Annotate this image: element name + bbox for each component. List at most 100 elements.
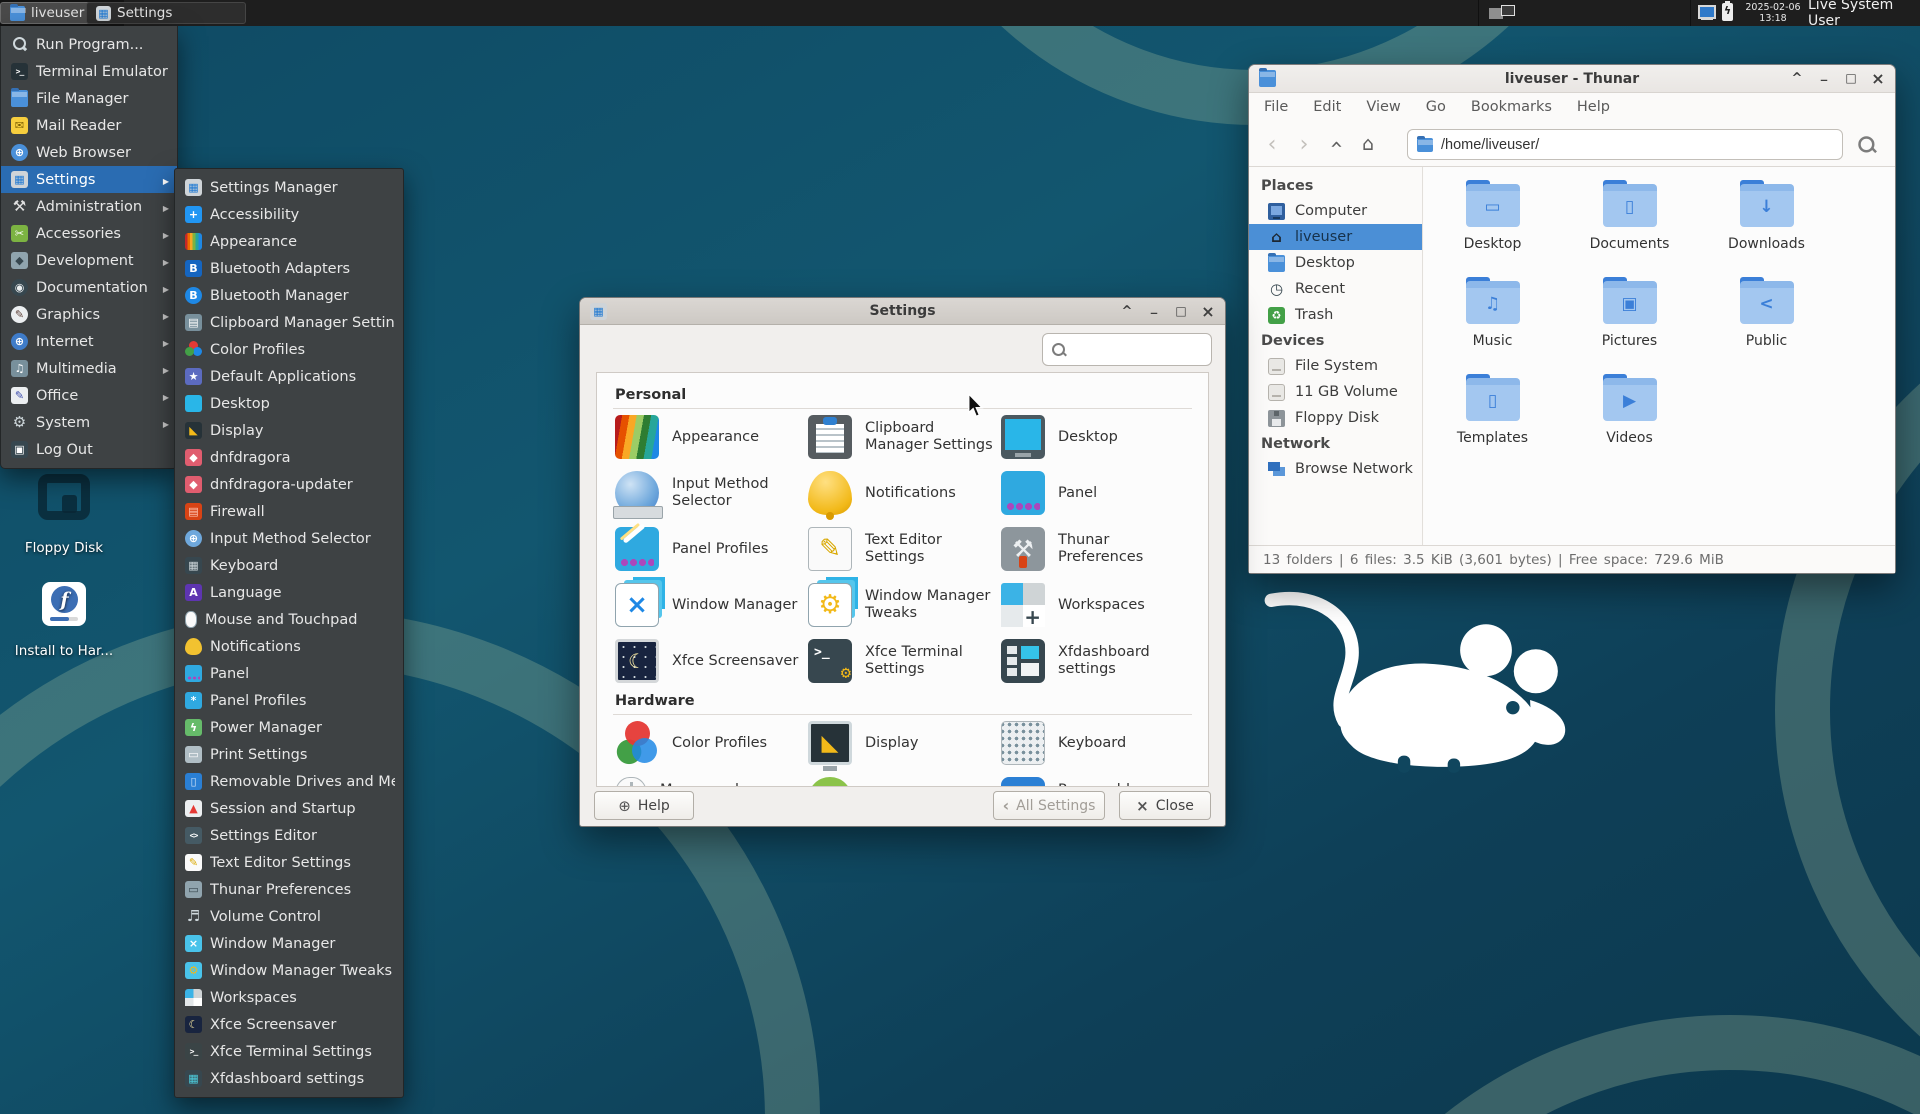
- submenu-item[interactable]: ▭ Thunar Preferences: [175, 876, 403, 903]
- sidebar-item[interactable]: Computer: [1249, 198, 1422, 224]
- submenu-item[interactable]: Panel: [175, 660, 403, 687]
- submenu-item[interactable]: ◆ dnfdragora: [175, 444, 403, 471]
- menu-item[interactable]: Run Program...: [1, 31, 177, 58]
- menu-item[interactable]: ♫ Multimedia: [1, 355, 177, 382]
- submenu-item[interactable]: B Bluetooth Adapters: [175, 255, 403, 282]
- folder-item[interactable]: ▶ Videos: [1561, 366, 1698, 463]
- submenu-item[interactable]: A Language: [175, 579, 403, 606]
- path-input[interactable]: [1441, 137, 1833, 153]
- submenu-item[interactable]: ▤ Firewall: [175, 498, 403, 525]
- folder-item[interactable]: ▯ Templates: [1424, 366, 1561, 463]
- menu-item[interactable]: ✎ Graphics: [1, 301, 177, 328]
- submenu-item[interactable]: Workspaces: [175, 984, 403, 1011]
- minimize-icon[interactable]: [1817, 72, 1831, 85]
- menubar-item[interactable]: View: [1366, 99, 1400, 115]
- menu-item[interactable]: ✉ Mail Reader: [1, 112, 177, 139]
- settings-search-box[interactable]: [1042, 333, 1212, 366]
- network-tray-icon[interactable]: [1698, 4, 1717, 20]
- menubar-item[interactable]: Help: [1577, 99, 1610, 115]
- settings-tile[interactable]: >_ Xfce Terminal Settings: [806, 633, 999, 689]
- taskbar-window-button[interactable]: ▦ Settings: [86, 2, 246, 24]
- folder-item[interactable]: ↓ Downloads: [1698, 172, 1835, 269]
- settings-tile[interactable]: Notifications: [806, 465, 999, 521]
- settings-tile[interactable]: Input Method Selector: [613, 465, 806, 521]
- submenu-item[interactable]: >_ Xfce Terminal Settings: [175, 1038, 403, 1065]
- submenu-item[interactable]: ◆ dnfdragora-updater: [175, 471, 403, 498]
- desktop-icon-floppy[interactable]: Floppy Disk: [9, 474, 119, 556]
- settings-tile[interactable]: ☾ Xfce Screensaver: [613, 633, 806, 689]
- forward-button[interactable]: ›: [1289, 129, 1319, 159]
- settings-tile[interactable]: Panel Profiles: [613, 521, 806, 577]
- sidebar-item[interactable]: File System: [1249, 353, 1422, 379]
- submenu-item[interactable]: ϟ Power Manager: [175, 714, 403, 741]
- settings-tile[interactable]: ⚒ Thunar Preferences: [999, 521, 1192, 577]
- menu-item[interactable]: ✂ Accessories: [1, 220, 177, 247]
- submenu-item[interactable]: B Bluetooth Manager: [175, 282, 403, 309]
- workspace-pager[interactable]: [1488, 5, 1520, 21]
- menu-item[interactable]: ⊕ Internet: [1, 328, 177, 355]
- path-bar[interactable]: [1407, 129, 1843, 160]
- battery-tray-icon[interactable]: [1722, 3, 1733, 21]
- search-input[interactable]: [1073, 342, 1193, 357]
- submenu-item[interactable]: Appearance: [175, 228, 403, 255]
- menu-item[interactable]: ✎ Office: [1, 382, 177, 409]
- menubar-item[interactable]: Bookmarks: [1471, 99, 1552, 115]
- back-button[interactable]: ‹: [1257, 129, 1287, 159]
- submenu-item[interactable]: ▲ Session and Startup: [175, 795, 403, 822]
- settings-tile[interactable]: ψ Removable Drives and Media: [999, 771, 1192, 787]
- sidebar-item[interactable]: ⌂ liveuser: [1249, 224, 1422, 250]
- settings-tile[interactable]: Desktop: [999, 409, 1192, 465]
- settings-tile[interactable]: Workspaces: [999, 577, 1192, 633]
- settings-tile[interactable]: Appearance: [613, 409, 806, 465]
- maximize-icon[interactable]: [1174, 305, 1188, 318]
- menu-item[interactable]: ⚒ Administration: [1, 193, 177, 220]
- settings-tile[interactable]: Keyboard: [999, 715, 1192, 771]
- menu-item[interactable]: ▣ Log Out: [1, 436, 177, 463]
- thunar-titlebar[interactable]: liveuser - Thunar: [1249, 65, 1895, 93]
- submenu-item[interactable]: ▤ Clipboard Manager Settings: [175, 309, 403, 336]
- submenu-item[interactable]: ▯ Removable Drives and Media: [175, 768, 403, 795]
- sidebar-item[interactable]: Browse Network: [1249, 456, 1422, 482]
- submenu-item[interactable]: + Accessibility: [175, 201, 403, 228]
- sidebar-item[interactable]: ◷ Recent: [1249, 276, 1422, 302]
- submenu-item[interactable]: ★ Default Applications: [175, 363, 403, 390]
- submenu-item[interactable]: ⊕ Input Method Selector: [175, 525, 403, 552]
- menu-item[interactable]: ◆ Development: [1, 247, 177, 274]
- submenu-item[interactable]: ✎ Text Editor Settings: [175, 849, 403, 876]
- sidebar-item[interactable]: Desktop: [1249, 250, 1422, 276]
- menu-item[interactable]: ▦ Settings: [1, 166, 177, 193]
- menubar-item[interactable]: Go: [1426, 99, 1446, 115]
- submenu-item[interactable]: ☾ Xfce Screensaver: [175, 1011, 403, 1038]
- up-button[interactable]: ›: [1321, 129, 1351, 159]
- menu-item[interactable]: ◉ Documentation: [1, 274, 177, 301]
- submenu-item[interactable]: × Window Manager: [175, 930, 403, 957]
- settings-tile[interactable]: ⚙ Window Manager Tweaks: [806, 577, 999, 633]
- settings-tile[interactable]: ◣ Display: [806, 715, 999, 771]
- submenu-item[interactable]: ♬ Volume Control: [175, 903, 403, 930]
- maximize-icon[interactable]: [1844, 72, 1858, 85]
- submenu-item[interactable]: * Panel Profiles: [175, 687, 403, 714]
- minimize-icon[interactable]: [1147, 305, 1161, 318]
- close-icon[interactable]: [1201, 304, 1215, 320]
- settings-tile[interactable]: × Window Manager: [613, 577, 806, 633]
- submenu-item[interactable]: Mouse and Touchpad: [175, 606, 403, 633]
- folder-item[interactable]: ▯ Documents: [1561, 172, 1698, 269]
- folder-item[interactable]: < Public: [1698, 269, 1835, 366]
- settings-tile[interactable]: Mouse and Touchpad: [613, 771, 806, 787]
- folder-item[interactable]: ▭ Desktop: [1424, 172, 1561, 269]
- menu-item[interactable]: >_ Terminal Emulator: [1, 58, 177, 85]
- close-icon[interactable]: [1871, 71, 1885, 87]
- menubar-item[interactable]: File: [1264, 99, 1288, 115]
- settings-tile[interactable]: Xfdashboard settings: [999, 633, 1192, 689]
- submenu-item[interactable]: ▭ Print Settings: [175, 741, 403, 768]
- settings-tile[interactable]: Color Profiles: [613, 715, 806, 771]
- all-settings-button[interactable]: ‹ All Settings: [993, 791, 1105, 820]
- clock[interactable]: 2025-02-06 13:18: [1744, 2, 1802, 24]
- menu-item[interactable]: ⚙ System: [1, 409, 177, 436]
- home-button[interactable]: ⌂: [1353, 129, 1383, 159]
- close-button[interactable]: × Close: [1119, 791, 1211, 820]
- settings-tile[interactable]: ✎ Text Editor Settings: [806, 521, 999, 577]
- settings-tile[interactable]: Panel: [999, 465, 1192, 521]
- folder-item[interactable]: ▣ Pictures: [1561, 269, 1698, 366]
- shade-icon[interactable]: [1790, 72, 1804, 85]
